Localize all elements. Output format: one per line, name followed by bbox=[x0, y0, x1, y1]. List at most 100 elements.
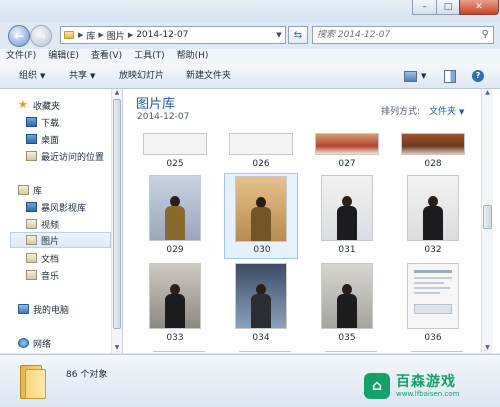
star-icon: ★ bbox=[18, 98, 28, 111]
back-button[interactable]: ← bbox=[8, 25, 30, 47]
minimize-button[interactable]: – bbox=[412, 0, 437, 15]
share-button[interactable]: 共享 ▼ bbox=[69, 69, 95, 83]
thumbnail-label: 029 bbox=[166, 245, 184, 255]
menu-view[interactable]: 查看(V) bbox=[85, 49, 128, 64]
address-bar[interactable]: ▶ 库 ▶ 图片 ▶ 2014-12-07 bbox=[60, 26, 286, 44]
menu-edit[interactable]: 编辑(E) bbox=[42, 49, 85, 64]
nav-storm-label: 暴风影视库 bbox=[41, 203, 87, 214]
person-figure bbox=[165, 284, 185, 328]
network-icon bbox=[18, 338, 29, 348]
thumbnail-label: 025 bbox=[166, 159, 184, 169]
organize-button[interactable]: 组织 ▼ bbox=[19, 69, 45, 83]
thumbnail-item[interactable]: 028 bbox=[396, 133, 470, 173]
person-figure bbox=[251, 284, 271, 328]
search-input[interactable] bbox=[317, 28, 467, 42]
thumbnail-item[interactable]: 035 bbox=[310, 261, 384, 347]
search-box[interactable]: ⚲ bbox=[312, 26, 494, 44]
preview-pane-button[interactable] bbox=[444, 69, 456, 83]
item-count: 86 个对象 bbox=[66, 370, 108, 380]
close-button[interactable]: ✕ bbox=[459, 0, 499, 15]
view-icon bbox=[404, 70, 417, 82]
thumbnail-item[interactable]: 025 bbox=[138, 133, 212, 173]
thumbnail-image bbox=[143, 133, 207, 155]
content-scrollbar[interactable]: ▲ ▼ bbox=[481, 89, 493, 353]
breadcrumb-pictures[interactable]: 图片 bbox=[104, 29, 128, 42]
thumbnail-label: 028 bbox=[424, 159, 442, 169]
thumbnail-image bbox=[235, 176, 287, 242]
thumbnail-item[interactable]: 027 bbox=[310, 133, 384, 173]
nav-scrollbar[interactable]: ▲ ▼ bbox=[111, 89, 122, 353]
folder-icon bbox=[20, 365, 46, 399]
menu-help[interactable]: 帮助(H) bbox=[171, 49, 215, 64]
arrange-by-dropdown[interactable]: 文件夹 ▼ bbox=[429, 104, 464, 117]
documents-icon bbox=[26, 253, 37, 263]
arrange-by-value: 文件夹 bbox=[429, 107, 457, 117]
navigation-row: ← → ▶ 库 ▶ 图片 ▶ 2014-12-07 ▼ ⇆ ⚲ bbox=[0, 22, 500, 48]
menu-tools[interactable]: 工具(T) bbox=[128, 49, 171, 64]
recent-places-icon bbox=[26, 151, 37, 161]
nav-documents-label: 文档 bbox=[41, 254, 60, 265]
thumbnail-item-partial bbox=[411, 351, 463, 353]
forward-button[interactable]: → bbox=[30, 25, 52, 47]
share-label: 共享 bbox=[69, 71, 88, 81]
help-button[interactable]: ? bbox=[472, 69, 484, 83]
thumbnail-item[interactable]: 031 bbox=[310, 173, 384, 259]
thumbnail-item-partial bbox=[153, 351, 205, 353]
scroll-up-arrow-icon[interactable]: ▲ bbox=[112, 89, 122, 98]
thumbnail-item-selected[interactable]: 030 bbox=[224, 173, 298, 259]
breadcrumb-folder[interactable]: 2014-12-07 bbox=[133, 30, 191, 40]
thumbnail-image bbox=[407, 175, 459, 241]
nav-favorites-label: 收藏夹 bbox=[33, 101, 61, 112]
nav-pictures[interactable]: 图片 bbox=[10, 232, 111, 248]
new-folder-button[interactable]: 新建文件夹 bbox=[186, 69, 231, 83]
thumbnail-image bbox=[401, 133, 465, 155]
refresh-icon: ⇆ bbox=[293, 29, 303, 41]
thumbnail-item[interactable]: 034 bbox=[224, 261, 298, 347]
address-dropdown-button[interactable]: ▼ bbox=[274, 27, 284, 43]
thumbnail-item-partial bbox=[239, 351, 291, 353]
library-icon bbox=[18, 185, 29, 195]
nav-downloads-label: 下载 bbox=[41, 118, 60, 129]
nav-pictures-label: 图片 bbox=[41, 236, 60, 247]
chevron-down-icon: ▼ bbox=[421, 72, 427, 80]
breadcrumb-libraries[interactable]: 库 bbox=[83, 29, 98, 42]
scroll-down-arrow-icon[interactable]: ▼ bbox=[112, 344, 122, 353]
pictures-icon bbox=[26, 235, 37, 245]
content-scroll-thumb[interactable] bbox=[483, 205, 492, 229]
thumbnail-label: 035 bbox=[338, 333, 356, 343]
folder-icon bbox=[64, 31, 74, 39]
person-figure bbox=[337, 196, 357, 240]
downloads-icon bbox=[26, 117, 37, 127]
library-title: 图片库 bbox=[136, 97, 176, 112]
thumbnail-item[interactable]: 033 bbox=[138, 261, 212, 347]
navigation-pane: ★ 收藏夹 下载 桌面 最近访问的位置 库 暴风影视库 视频 图片 文档 音乐 … bbox=[0, 89, 123, 353]
music-icon bbox=[26, 270, 37, 280]
nav-recent-label: 最近访问的位置 bbox=[41, 152, 105, 163]
scroll-up-arrow-icon[interactable]: ▲ bbox=[482, 89, 493, 98]
scroll-down-arrow-icon[interactable]: ▼ bbox=[482, 344, 493, 353]
thumbnail-image bbox=[229, 133, 293, 155]
person-figure bbox=[251, 197, 271, 241]
thumbnail-item[interactable]: 032 bbox=[396, 173, 470, 259]
nav-scroll-thumb[interactable] bbox=[113, 99, 121, 329]
file-list: 图片库 2014-12-07 排列方式: 文件夹 ▼ 025 026 027 02… bbox=[123, 89, 500, 353]
thumbnail-item[interactable]: 036 bbox=[396, 261, 470, 347]
thumbnail-label: 036 bbox=[424, 333, 442, 343]
thumbnail-label: 031 bbox=[338, 245, 356, 255]
menu-file[interactable]: 文件(F) bbox=[0, 49, 42, 64]
title-bar: – □ ✕ bbox=[0, 0, 500, 22]
thumbnail-image bbox=[407, 263, 459, 329]
thumbnail-image bbox=[235, 263, 287, 329]
organize-label: 组织 bbox=[19, 71, 38, 81]
change-view-button[interactable]: ▼ bbox=[404, 69, 426, 83]
thumbnail-item[interactable]: 026 bbox=[224, 133, 298, 173]
chevron-down-icon: ▼ bbox=[459, 108, 465, 116]
nav-computer-label: 我的电脑 bbox=[33, 305, 70, 316]
maximize-button[interactable]: □ bbox=[436, 0, 460, 15]
slideshow-button[interactable]: 放映幻灯片 bbox=[119, 69, 164, 83]
person-figure bbox=[423, 196, 443, 240]
thumbnail-item[interactable]: 029 bbox=[138, 173, 212, 259]
nav-desktop-label: 桌面 bbox=[41, 135, 60, 146]
chevron-down-icon: ▼ bbox=[40, 72, 46, 80]
refresh-button[interactable]: ⇆ bbox=[288, 26, 308, 44]
